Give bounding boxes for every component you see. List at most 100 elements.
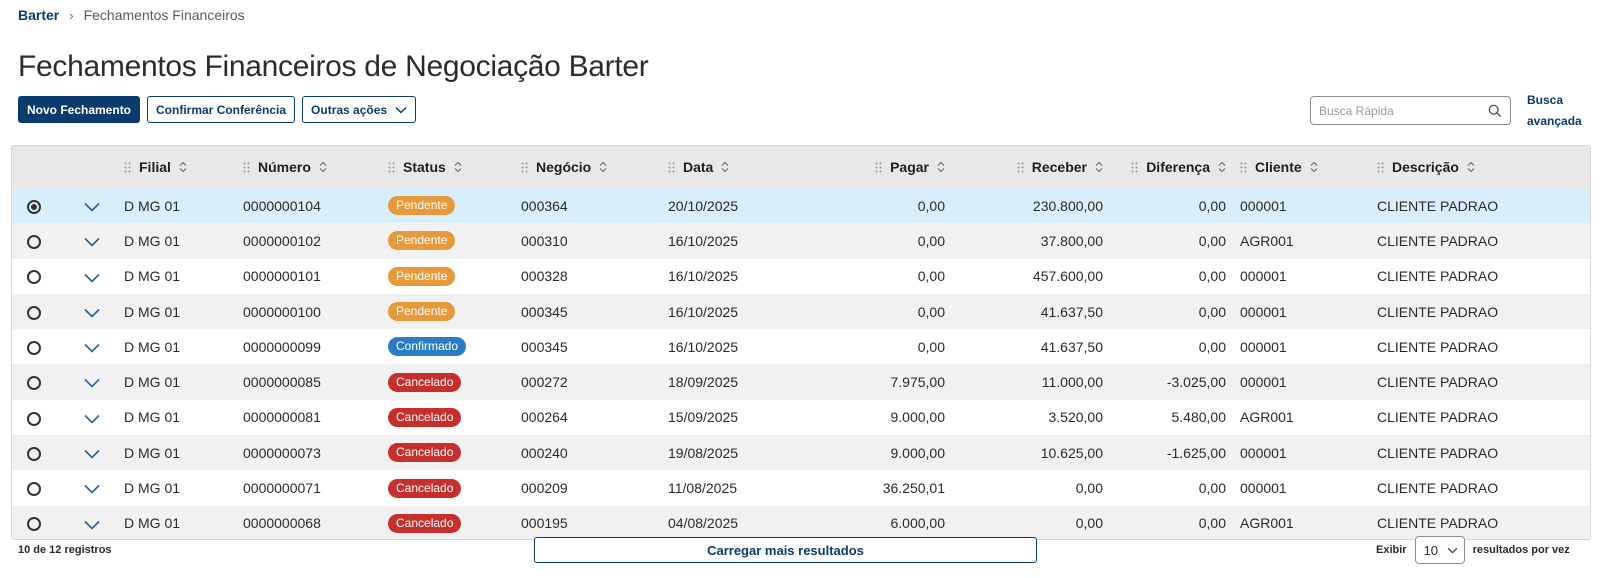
cell-status: Pendente [388,294,521,329]
chevron-down-icon[interactable] [84,237,100,247]
cell-pagar: 9.000,00 [890,409,946,426]
cell-filial: D MG 01 [124,303,181,320]
header-label: Receber [1031,159,1087,175]
chevron-down-icon[interactable] [84,414,100,424]
row-radio[interactable] [27,235,41,250]
header-diferenca[interactable]: Diferença [1117,146,1240,188]
sort-icon[interactable] [454,161,462,173]
table-row[interactable]: D MG 01 0000000100 Pendente 000345 16/10/202… [12,293,1590,330]
page-size-select[interactable]: 10 [1414,536,1465,564]
breadcrumb-link-barter[interactable]: Barter [18,7,59,23]
cell-descricao: CLIENTE PADRAO [1377,374,1499,391]
table-row[interactable]: D MG 01 0000000085 Cancelado 000272 18/09/20… [12,364,1590,400]
table-row[interactable]: D MG 01 0000000071 Cancelado 000209 11/08/20… [12,470,1590,505]
cell-diferenca: 0,00 [1198,515,1226,532]
table-row[interactable]: D MG 01 0000000073 Cancelado 000240 19/08/20… [12,435,1590,471]
status-badge: Pendente [388,302,456,322]
table-row[interactable]: D MG 01 0000000102 Pendente 000310 16/10/202… [12,223,1590,259]
cell-pagar: 0,00 [917,268,945,285]
drag-handle-icon[interactable] [1017,162,1024,173]
row-select-cell [12,506,60,539]
cell-status: Confirmado [388,329,521,364]
header-pagar[interactable]: Pagar [801,146,959,188]
cell-data: 16/10/2025 [668,338,739,355]
confirm-check-button[interactable]: Confirmar Conferência [147,96,296,123]
sort-icon[interactable] [319,161,327,173]
drag-handle-icon[interactable] [388,162,395,173]
row-radio[interactable] [27,376,41,391]
drag-handle-icon[interactable] [668,162,675,173]
header-descricao[interactable]: Descrição [1377,146,1590,188]
row-radio[interactable] [27,482,41,497]
table-row[interactable]: D MG 01 0000000081 Cancelado 000264 15/09/20… [12,400,1590,435]
cell-filial: D MG 01 [124,515,181,532]
table-row[interactable]: D MG 01 0000000104 Pendente 000364 20/10/202… [12,188,1590,224]
cell-pagar: 0,00 [917,197,945,214]
sort-icon[interactable] [599,161,607,173]
cell-numero: 0000000085 [243,374,321,391]
drag-handle-icon[interactable] [1240,162,1247,173]
drag-handle-icon[interactable] [243,162,250,173]
row-radio[interactable] [27,305,41,320]
advanced-search-link[interactable]: Busca avançada [1527,90,1587,132]
drag-handle-icon[interactable] [124,162,131,173]
other-actions-button[interactable]: Outras ações [302,96,417,123]
status-badge: Cancelado [388,513,462,533]
drag-handle-icon[interactable] [875,162,882,173]
status-badge: Pendente [388,266,456,286]
row-expand-cell [60,188,124,223]
header-label: Data [683,159,714,175]
sort-icon[interactable] [721,161,729,173]
chevron-down-icon[interactable] [84,378,100,389]
chevron-down-icon[interactable] [84,484,100,494]
chevron-down-icon[interactable] [84,202,100,212]
header-data[interactable]: Data [668,146,801,188]
table-row[interactable]: D MG 01 0000000101 Pendente 000328 16/10/202… [12,259,1590,294]
drag-handle-icon[interactable] [1377,162,1384,173]
cell-negocio: 000272 [521,374,568,391]
sort-icon[interactable] [1218,161,1226,173]
chevron-down-icon [395,106,407,113]
sort-icon[interactable] [179,161,187,173]
cell-cliente: AGR001 [1240,409,1294,426]
row-select-cell [12,435,60,470]
row-radio[interactable] [27,517,41,532]
header-status[interactable]: Status [388,146,521,188]
header-label: Descrição [1392,159,1459,175]
chevron-down-icon[interactable] [84,273,100,283]
header-receber[interactable]: Receber [959,146,1117,188]
search-icon[interactable] [1488,104,1502,118]
cell-diferenca: 0,00 [1198,232,1226,249]
sort-icon[interactable] [1310,161,1318,173]
table-row[interactable]: D MG 01 0000000068 Cancelado 000195 04/08/20… [12,505,1590,539]
row-select-cell [12,364,60,399]
load-more-button[interactable]: Carregar mais resultados [534,537,1037,563]
sort-icon[interactable] [1095,161,1103,173]
row-radio[interactable] [27,446,41,461]
header-numero[interactable]: Número [243,146,388,188]
header-filial[interactable]: Filial [124,146,243,188]
header-negocio[interactable]: Negócio [521,146,668,188]
row-expand-cell [60,400,124,435]
row-radio[interactable] [27,199,41,214]
row-radio[interactable] [27,411,41,426]
quick-search-input[interactable] [1319,103,1488,118]
new-closing-button[interactable]: Novo Fechamento [18,96,141,123]
drag-handle-icon[interactable] [1131,162,1138,173]
status-badge: Pendente [388,196,456,216]
sort-icon[interactable] [1467,161,1475,173]
chevron-down-icon[interactable] [84,308,100,318]
cell-descricao: CLIENTE PADRAO [1377,197,1499,214]
table-row[interactable]: D MG 01 0000000099 Confirmado 000345 16/10/2… [12,329,1590,364]
row-radio[interactable] [27,270,41,285]
cell-cliente: 000001 [1240,268,1287,285]
header-cliente[interactable]: Cliente [1240,146,1377,188]
drag-handle-icon[interactable] [521,162,528,173]
sort-icon[interactable] [937,161,945,173]
chevron-down-icon[interactable] [84,343,100,353]
cell-receber: 37.800,00 [1040,232,1103,249]
chevron-down-icon[interactable] [84,449,100,459]
chevron-down-icon[interactable] [84,520,100,530]
cell-negocio: 000209 [521,480,568,497]
row-radio[interactable] [27,340,41,355]
